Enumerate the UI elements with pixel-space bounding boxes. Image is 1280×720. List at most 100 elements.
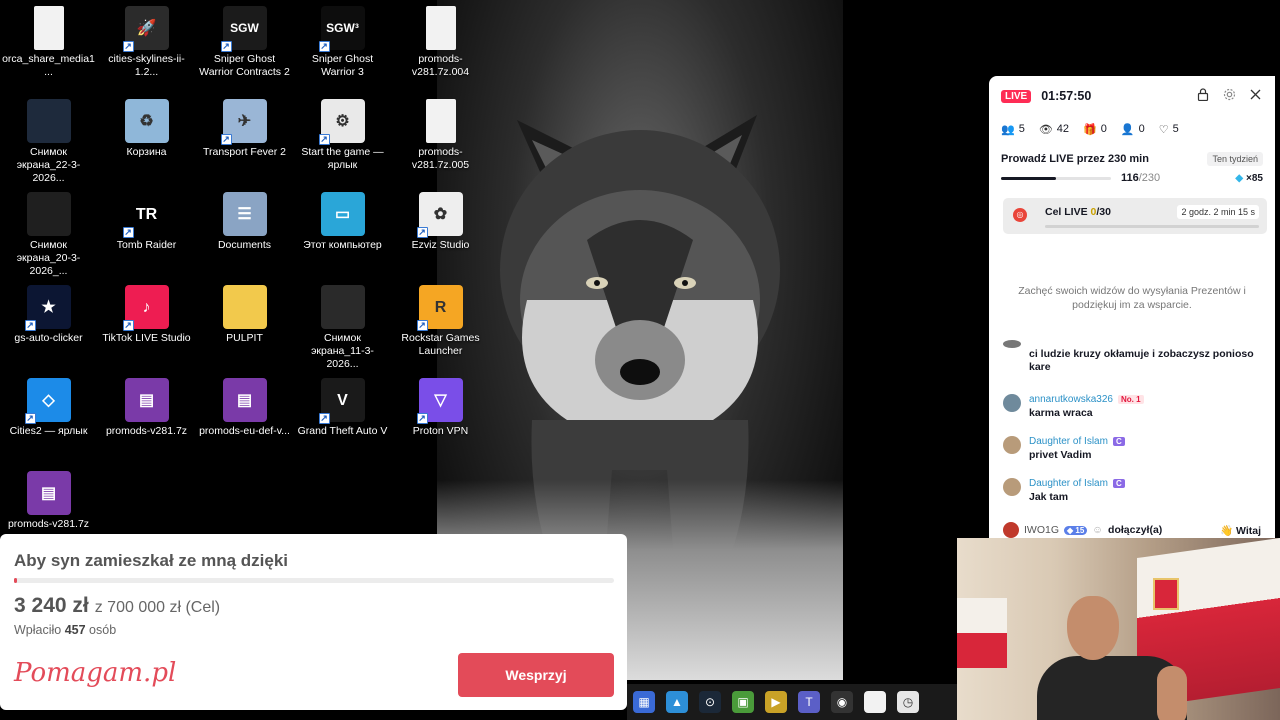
desktop-icon-label: Снимок экрана_11-3-2026...	[311, 332, 374, 370]
add-user-icon: 👤	[1120, 123, 1135, 136]
settings-shortcut-icon: ⚙ ↗	[318, 99, 365, 145]
file-icon[interactable]	[864, 691, 886, 713]
photos-icon[interactable]: ▲	[666, 691, 688, 713]
game-icon[interactable]: ▣	[732, 691, 754, 713]
settings-icon[interactable]	[1221, 88, 1237, 104]
shortcut-arrow-icon: ↗	[24, 320, 36, 331]
clock-icon[interactable]: ◷	[897, 691, 919, 713]
chat-username[interactable]: Daughter of Islam C	[1029, 434, 1275, 449]
desktop-icon-label: cities-skylines-ii-1.2...	[108, 53, 185, 78]
winrar-icon: ▤	[222, 378, 267, 422]
desktop-icon[interactable]: V ↗ Grand Theft Auto V	[294, 372, 391, 438]
desktop-icon[interactable]: SGW³ ↗ Sniper Ghost Warrior 3	[294, 0, 391, 79]
shortcut-arrow-icon: ↗	[24, 413, 36, 424]
heart-icon: ♡	[1158, 123, 1169, 136]
desktop-icon[interactable]: orca_share_media1...	[0, 0, 97, 79]
live-gift-goal-progress-bar	[1045, 225, 1259, 228]
shortcut-arrow-icon: ↗	[220, 41, 232, 52]
tomb-raider-icon: TR ↗	[122, 192, 169, 238]
webcam-feed	[957, 538, 1280, 720]
shortcut-arrow-icon: ↗	[122, 227, 134, 238]
desktop-icon[interactable]: TR ↗ Tomb Raider	[98, 186, 195, 252]
joined-username[interactable]: IWO1G	[1024, 524, 1059, 536]
screenshot-icon	[320, 285, 365, 329]
taskbar: ▦ ▲ ⊙ ▣ ▶ T ◉ ◷	[627, 684, 957, 720]
desktop-icon[interactable]: Снимок экрана_22-3-2026...	[0, 93, 97, 185]
desktop-icon[interactable]: ☰ Documents	[196, 186, 293, 252]
steam-icon[interactable]: ⊙	[699, 691, 721, 713]
welcome-button[interactable]: 👋 Witaj	[1220, 524, 1261, 537]
streamer-person	[1037, 596, 1187, 720]
desktop-icon-label: PULPIT	[226, 332, 263, 344]
teams-icon[interactable]: T	[798, 691, 820, 713]
shortcut-arrow-icon: ↗	[318, 413, 330, 424]
desktop-icon[interactable]: ⚙ ↗ Start the game — ярлык	[294, 93, 391, 172]
close-icon[interactable]	[1247, 88, 1263, 104]
recycle-bin-icon: ♻	[124, 99, 169, 143]
file-icon	[33, 6, 64, 50]
desktop-icon[interactable]: ✈ ↗ Transport Fever 2	[196, 93, 293, 159]
desktop-icon[interactable]: ▤ promods-eu-def-v...	[196, 372, 293, 438]
weekly-goal-reward: ◆ ×85	[1235, 172, 1263, 184]
desktop-icon-label: Start the game — ярлык	[301, 146, 384, 171]
gifts-stat: 🎁 0	[1083, 123, 1107, 136]
desktop-icon[interactable]: 🚀 ↗ cities-skylines-ii-1.2...	[98, 0, 195, 79]
live-timer: 01:57:50	[1041, 89, 1092, 103]
desktop-icon[interactable]: ▭ Этот компьютер	[294, 186, 391, 252]
desktop-icon[interactable]: ♪ ↗ TikTok LIVE Studio	[98, 279, 195, 345]
media-player-icon[interactable]: ▶	[765, 691, 787, 713]
shortcut-arrow-icon: ↗	[220, 134, 232, 145]
weekly-goal-title: Prowadź LIVE przez 230 min	[1001, 153, 1149, 165]
chat-username[interactable]: Daughter of Islam C	[1029, 476, 1275, 491]
desktop-icon[interactable]: ◇ ↗ Cities2 — ярлык	[0, 372, 97, 438]
shortcut-arrow-icon: ↗	[318, 41, 330, 52]
desktop-icon-label: Sniper Ghost Warrior 3	[311, 53, 374, 78]
desktop-icon[interactable]: R ↗ Rockstar Games Launcher	[392, 279, 489, 358]
views-stat: 👁 42	[1039, 123, 1069, 136]
gta-icon: V ↗	[318, 378, 365, 424]
desktop-icon[interactable]: ★ ↗ gs-auto-clicker	[0, 279, 97, 345]
chat-username[interactable]: annarutkowska326 No. 1	[1029, 392, 1275, 407]
desktop-icon[interactable]: SGW ↗ Sniper Ghost Warrior Contracts 2	[196, 0, 293, 79]
desktop-icon[interactable]: PULPIT	[196, 279, 293, 345]
followers-stat: 👤 0	[1121, 123, 1145, 136]
followers-count: 0	[1138, 123, 1145, 135]
fundraiser-raised: 3 240 zł z 700 000 zł (Cel)	[14, 594, 221, 617]
desktop-icon[interactable]: ▽ ↗ Proton VPN	[392, 372, 489, 438]
viewers-count: 5	[1018, 123, 1025, 135]
desktop-icon[interactable]: ▤ promods-v281.7z	[98, 372, 195, 438]
desktop-icon[interactable]: promods-v281.7z.005	[392, 93, 489, 172]
fundraiser-donors: Wpłaciło 457 osób	[14, 623, 117, 637]
desktop-icon[interactable]: Снимок экрана_11-3-2026...	[294, 279, 391, 371]
avatar[interactable]	[1003, 436, 1021, 454]
desktop-icon[interactable]: ♻ Корзина	[98, 93, 195, 159]
fundraiser-progress-bar	[14, 578, 614, 583]
winrar-icon: ▤	[26, 471, 71, 515]
desktop-icon-label: Proton VPN	[412, 425, 469, 437]
desktop-icon[interactable]: ✿ ↗ Ezviz Studio	[392, 186, 489, 252]
desktop-icon[interactable]: ▤ promods-v281.7z	[0, 465, 97, 531]
desktop-icon[interactable]: Снимок экрана_20-3-2026_...	[0, 186, 97, 278]
shortcut-arrow-icon: ↗	[416, 413, 428, 424]
eye-icon: 👁	[1038, 123, 1053, 136]
avatar[interactable]	[1003, 394, 1021, 412]
weekly-goal[interactable]: Prowadź LIVE przez 230 min Ten tydzień 1…	[989, 142, 1275, 184]
desktop-icon-label: TikTok LIVE Studio	[102, 332, 191, 344]
fundraiser-title: Aby syn zamieszkał ze mną dzięki	[14, 551, 289, 570]
tiktok-icon: ♪ ↗	[122, 285, 169, 331]
app-icon-1[interactable]: ▦	[633, 691, 655, 713]
diamond-icon: ◆	[1235, 172, 1244, 184]
obs-icon[interactable]: ◉	[831, 691, 853, 713]
live-gift-goal[interactable]: ◎ Cel LIVE 0/30 2 godz. 2 min 15 s	[1003, 198, 1267, 234]
desktop-icon-label: promods-eu-def-v...	[199, 425, 290, 437]
support-button[interactable]: Wesprzyj	[458, 653, 614, 697]
polish-flag-small	[957, 598, 1007, 668]
desktop-icon-label: Rockstar Games Launcher	[401, 332, 480, 357]
lock-icon[interactable]	[1195, 88, 1211, 104]
folder-icon	[222, 285, 267, 329]
desktop-icon[interactable]: promods-v281.7z.004	[392, 0, 489, 79]
desktop-icon-label: Корзина	[126, 146, 167, 158]
avatar[interactable]	[1003, 340, 1021, 348]
desktop-icon-label: Ezviz Studio	[411, 239, 470, 251]
avatar[interactable]	[1003, 478, 1021, 496]
